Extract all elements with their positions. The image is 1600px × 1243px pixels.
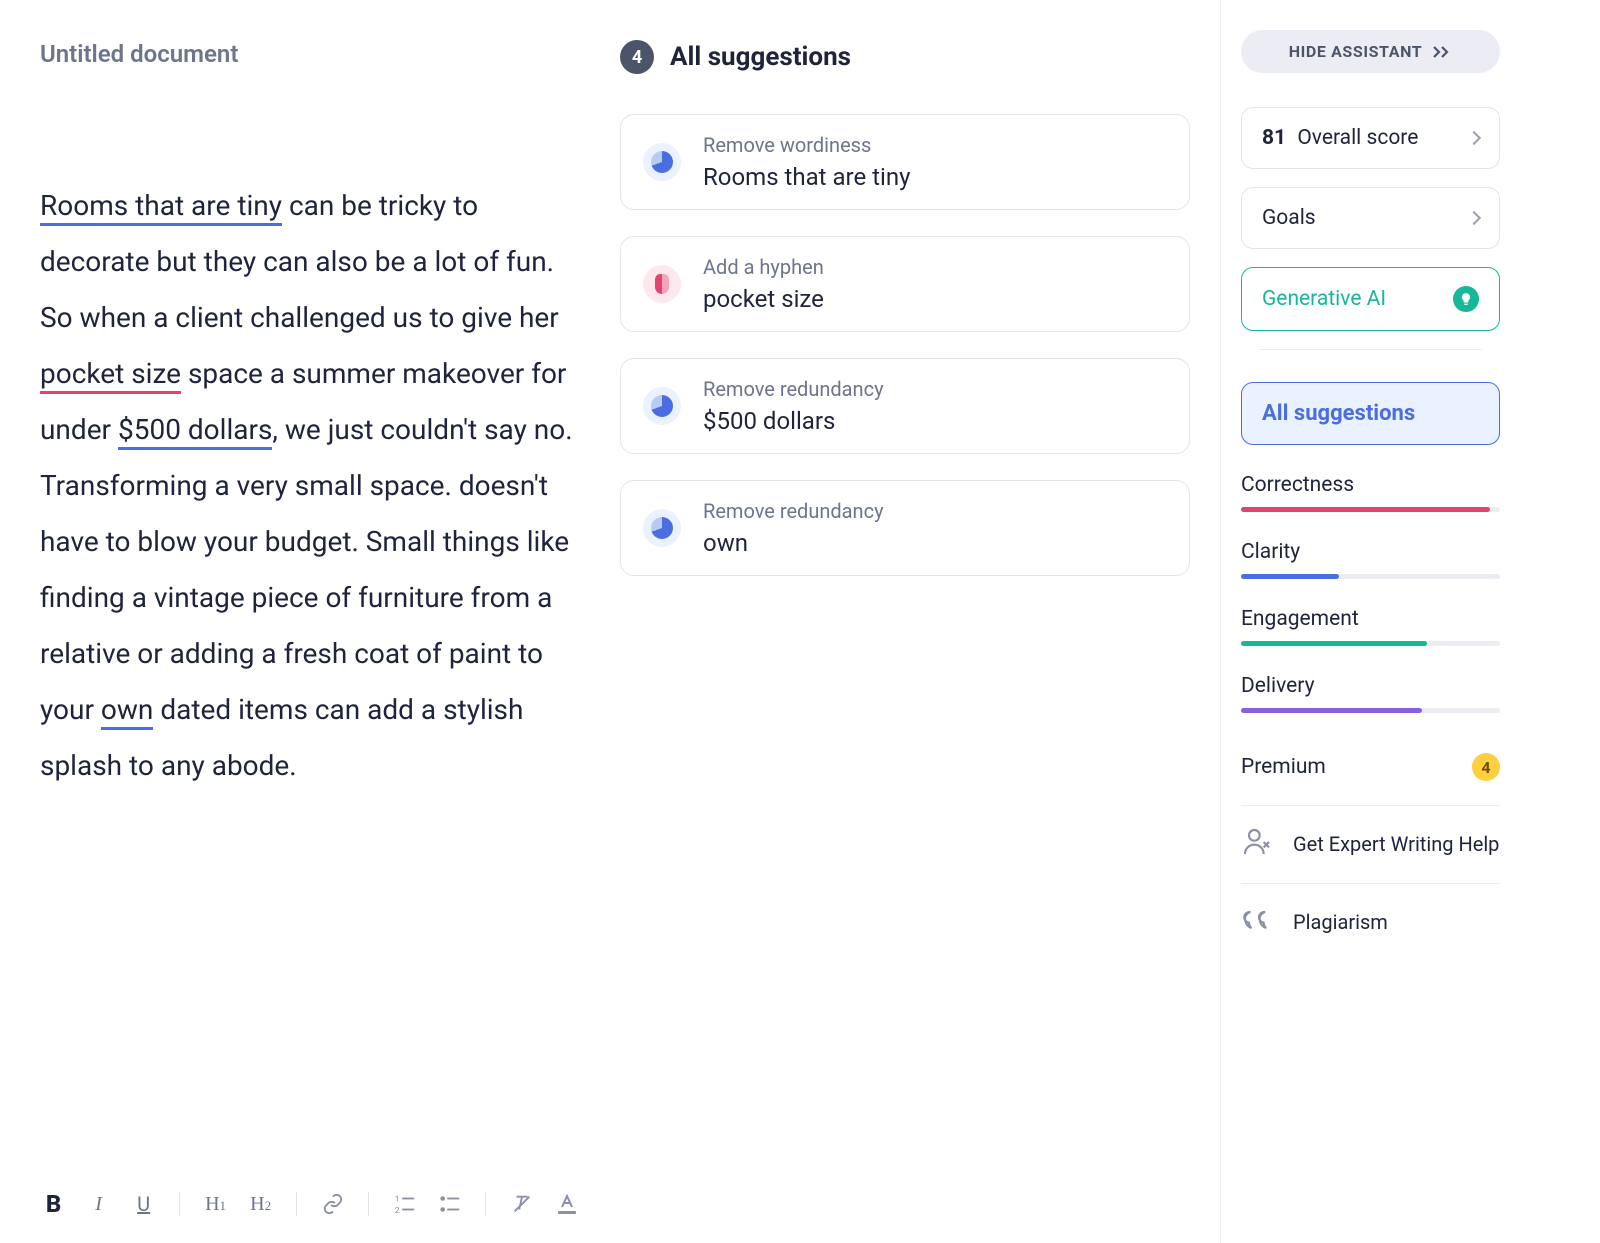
underline-clarity[interactable]: Rooms that are tiny [40, 189, 282, 226]
expert-help-label: Get Expert Writing Help [1293, 831, 1499, 858]
suggestion-text: Rooms that are tiny [703, 163, 910, 191]
suggestion-type-label: Add a hyphen [703, 255, 824, 279]
formatting-toolbar: B I U H1 H2 12 [40, 1171, 580, 1243]
category-delivery[interactable]: Delivery [1241, 674, 1500, 713]
link-icon [322, 1193, 344, 1215]
suggestion-type-label: Remove wordiness [703, 133, 910, 157]
expert-writing-help-link[interactable]: Get Expert Writing Help [1241, 805, 1500, 883]
editor-text-area[interactable]: Rooms that are tiny can be tricky to dec… [40, 178, 580, 1171]
suggestion-text: pocket size [703, 285, 824, 313]
hide-assistant-button[interactable]: HIDE ASSISTANT [1241, 30, 1500, 73]
category-progress-bar [1241, 507, 1500, 512]
plagiarism-link[interactable]: Plagiarism [1241, 883, 1500, 961]
underline-button[interactable]: U [130, 1189, 157, 1219]
suggestion-count-badge: 4 [620, 40, 654, 74]
clarity-icon [643, 143, 681, 181]
underline-correctness[interactable]: pocket size [40, 357, 181, 394]
correctness-icon [643, 265, 681, 303]
category-label: Delivery [1241, 674, 1500, 698]
goals-label: Goals [1262, 206, 1316, 230]
numbered-list-icon: 12 [394, 1193, 416, 1215]
filter-all-label: All suggestions [1262, 401, 1415, 426]
chevron-double-right-icon [1432, 45, 1452, 59]
all-suggestions-filter[interactable]: All suggestions [1241, 382, 1500, 445]
premium-count-badge: 4 [1472, 753, 1500, 781]
category-engagement[interactable]: Engagement [1241, 607, 1500, 646]
editor-text-segment: , we just couldn't say no. Transforming … [40, 413, 573, 726]
generative-ai-label: Generative AI [1262, 287, 1386, 311]
toolbar-separator [179, 1192, 180, 1216]
overall-score-card[interactable]: 81 Overall score [1241, 107, 1500, 169]
suggestion-card[interactable]: Remove wordiness Rooms that are tiny [620, 114, 1190, 210]
clear-formatting-icon [511, 1193, 533, 1215]
toolbar-separator [296, 1192, 297, 1216]
svg-text:2: 2 [394, 1206, 399, 1215]
category-progress-bar [1241, 574, 1500, 579]
clear-formatting-button[interactable] [508, 1189, 535, 1219]
suggestion-text: $500 dollars [703, 407, 884, 435]
bullet-list-icon [439, 1193, 461, 1215]
toolbar-separator [485, 1192, 486, 1216]
font-color-icon [555, 1193, 579, 1215]
person-icon [1241, 826, 1273, 863]
generative-ai-card[interactable]: Generative AI [1241, 267, 1500, 331]
plagiarism-label: Plagiarism [1293, 909, 1388, 936]
underline-clarity[interactable]: $500 dollars [118, 413, 272, 450]
category-progress-bar [1241, 641, 1500, 646]
suggestions-pane: 4 All suggestions Remove wordiness Rooms… [600, 0, 1220, 1243]
clarity-icon [643, 387, 681, 425]
bold-button[interactable]: B [40, 1189, 67, 1219]
suggestion-type-label: Remove redundancy [703, 499, 884, 523]
suggestion-card[interactable]: Remove redundancy $500 dollars [620, 358, 1190, 454]
category-progress-bar [1241, 708, 1500, 713]
chevron-right-icon [1467, 131, 1481, 145]
premium-label: Premium [1241, 755, 1326, 779]
heading1-button[interactable]: H1 [202, 1189, 229, 1219]
chevron-right-icon [1467, 211, 1481, 225]
clarity-icon [643, 509, 681, 547]
editor-pane: Untitled document Rooms that are tiny ca… [0, 0, 600, 1243]
category-clarity[interactable]: Clarity [1241, 540, 1500, 579]
lightbulb-icon [1453, 286, 1479, 312]
document-title[interactable]: Untitled document [40, 40, 580, 68]
hide-assistant-label: HIDE ASSISTANT [1289, 42, 1423, 61]
divider [1259, 349, 1482, 350]
suggestion-text: own [703, 529, 884, 557]
category-correctness[interactable]: Correctness [1241, 473, 1500, 512]
italic-button[interactable]: I [85, 1189, 112, 1219]
suggestion-card[interactable]: Add a hyphen pocket size [620, 236, 1190, 332]
suggestion-type-label: Remove redundancy [703, 377, 884, 401]
bullet-list-button[interactable] [436, 1189, 463, 1219]
link-button[interactable] [319, 1189, 346, 1219]
goals-card[interactable]: Goals [1241, 187, 1500, 249]
underline-clarity[interactable]: own [101, 693, 153, 730]
svg-text:1: 1 [394, 1194, 399, 1204]
font-color-button[interactable] [553, 1189, 580, 1219]
category-label: Correctness [1241, 473, 1500, 497]
quote-icon [1241, 904, 1273, 941]
assistant-sidebar: HIDE ASSISTANT 81 Overall score Goals Ge… [1220, 0, 1520, 1243]
category-label: Engagement [1241, 607, 1500, 631]
suggestions-header: 4 All suggestions [620, 40, 1190, 74]
category-label: Clarity [1241, 540, 1500, 564]
overall-score-label: Overall score [1297, 126, 1418, 150]
premium-row[interactable]: Premium 4 [1241, 753, 1500, 781]
heading2-button[interactable]: H2 [247, 1189, 274, 1219]
suggestions-title: All suggestions [670, 42, 851, 72]
suggestion-card[interactable]: Remove redundancy own [620, 480, 1190, 576]
overall-score-value: 81 [1262, 126, 1286, 150]
numbered-list-button[interactable]: 12 [391, 1189, 418, 1219]
toolbar-separator [368, 1192, 369, 1216]
